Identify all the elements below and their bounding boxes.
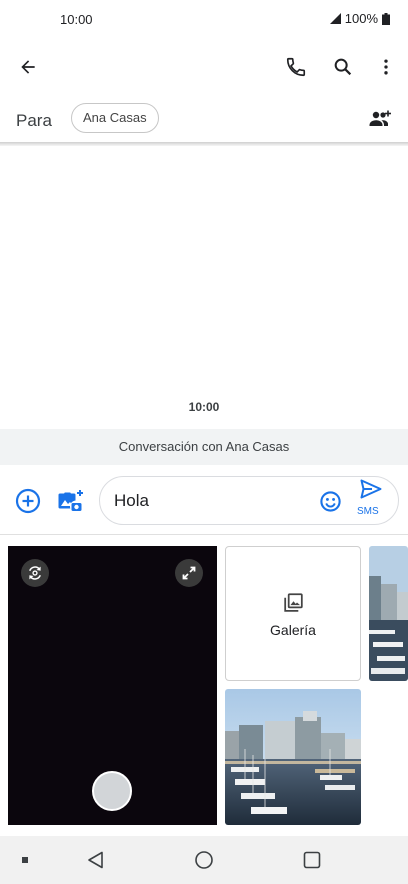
attach-button[interactable] bbox=[8, 481, 48, 521]
call-button[interactable] bbox=[276, 47, 316, 87]
send-mode-label: SMS bbox=[357, 506, 379, 517]
fullscreen-button[interactable] bbox=[175, 559, 203, 587]
recipient-chip[interactable]: Ana Casas bbox=[71, 103, 159, 133]
camera-attach-button[interactable] bbox=[50, 481, 90, 521]
harbor-photo-image bbox=[225, 689, 361, 825]
status-right: 100% bbox=[329, 11, 390, 26]
add-people-icon bbox=[369, 110, 391, 126]
send-icon bbox=[360, 479, 382, 499]
recipient-divider bbox=[0, 142, 408, 146]
camera-preview[interactable] bbox=[8, 546, 217, 825]
add-circle-icon bbox=[15, 488, 41, 514]
to-label: Para bbox=[16, 111, 52, 130]
add-recipient-button[interactable] bbox=[360, 99, 400, 139]
phone-icon bbox=[286, 57, 306, 77]
gallery-icon bbox=[284, 593, 303, 612]
media-panel-divider bbox=[0, 534, 408, 535]
send-button[interactable] bbox=[351, 473, 391, 505]
recents-icon bbox=[303, 851, 321, 869]
nav-recents-button[interactable] bbox=[292, 840, 332, 880]
app-bar bbox=[0, 44, 408, 92]
gallery-tile[interactable]: Galería bbox=[225, 546, 361, 681]
recipient-row: Para Ana Casas bbox=[0, 96, 408, 142]
status-bar: 10:00 100% bbox=[0, 0, 408, 40]
system-nav-bar bbox=[0, 836, 408, 884]
battery-percent: 100% bbox=[344, 11, 378, 26]
photo-thumbnail[interactable] bbox=[369, 546, 408, 681]
status-time: 10:00 bbox=[60, 12, 93, 27]
photo-thumbnail[interactable] bbox=[225, 689, 361, 825]
signal-icon bbox=[329, 13, 341, 24]
gallery-label: Galería bbox=[270, 622, 316, 638]
back-button[interactable] bbox=[8, 47, 48, 87]
home-icon bbox=[195, 851, 213, 869]
dot-icon bbox=[22, 857, 28, 863]
search-icon bbox=[334, 58, 352, 76]
search-button[interactable] bbox=[323, 47, 363, 87]
nav-home-button[interactable] bbox=[184, 840, 224, 880]
message-timestamp: 10:00 bbox=[188, 400, 220, 414]
emoji-icon bbox=[319, 490, 341, 512]
nav-back-button[interactable] bbox=[76, 840, 116, 880]
back-icon bbox=[88, 851, 103, 869]
switch-camera-icon bbox=[29, 566, 41, 580]
compose-bar: Hola bbox=[0, 470, 408, 532]
message-text: Hola bbox=[114, 491, 149, 510]
shutter-button[interactable] bbox=[92, 771, 132, 811]
battery-icon bbox=[382, 12, 390, 25]
switch-camera-button[interactable] bbox=[21, 559, 49, 587]
back-arrow-icon bbox=[21, 60, 35, 74]
harbor-photo-image bbox=[369, 546, 408, 681]
fullscreen-icon bbox=[182, 566, 196, 580]
add-photo-icon bbox=[58, 490, 83, 513]
emoji-button[interactable] bbox=[310, 481, 350, 521]
more-options-button[interactable] bbox=[366, 47, 406, 87]
more-vert-icon bbox=[384, 59, 388, 75]
conversation-banner: Conversación con Ana Casas bbox=[0, 429, 408, 465]
